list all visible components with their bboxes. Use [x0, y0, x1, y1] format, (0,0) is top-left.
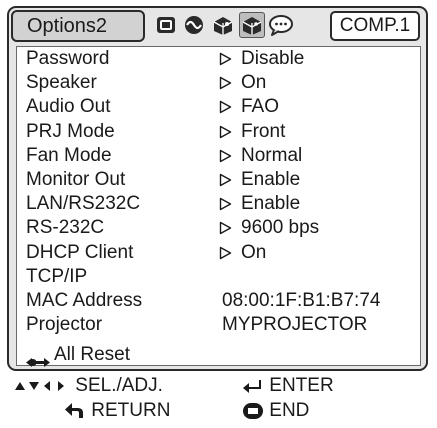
tab-options2[interactable]: Options2	[11, 10, 145, 42]
menu-item-value: 08:00:1F:B1:B7:74	[222, 290, 381, 311]
menu-item-value: FAO	[241, 96, 280, 118]
return-label: RETURN	[91, 400, 171, 421]
menu-item-label: Monitor Out	[26, 169, 126, 190]
enter-label: ENTER	[269, 375, 334, 396]
enter-icon	[242, 375, 269, 396]
options2-icon[interactable]	[239, 12, 265, 38]
all-reset-label: All Reset	[54, 344, 131, 365]
input-source-label: COMP.1	[330, 11, 420, 41]
sel-adj-arrows-icon	[14, 375, 75, 396]
menu-item-label: Fan Mode	[26, 144, 112, 166]
menu-item-value: Disable	[241, 48, 305, 69]
submenu-arrow-icon	[219, 222, 232, 235]
menu-item-label: MAC Address	[26, 290, 143, 311]
menu-item-value: Normal	[241, 144, 303, 166]
menu-item-label: Speaker	[26, 72, 97, 94]
menu-item-value: On	[241, 241, 267, 263]
all-reset-icon	[26, 350, 50, 376]
end-hint: END	[242, 400, 309, 422]
menu-item-value: Front	[241, 120, 286, 142]
menu-item-value: On	[241, 72, 267, 94]
end-label: END	[269, 400, 310, 421]
submenu-arrow-icon	[219, 197, 232, 211]
sel-adj-hint: SEL./ADJ.	[14, 375, 163, 397]
return-hint: RETURN	[64, 400, 170, 422]
menu-item-value: MYPROJECTOR	[222, 314, 368, 336]
end-icon	[242, 400, 269, 421]
language-icon[interactable]	[268, 12, 294, 38]
menu-item-label: RS-232C	[26, 217, 105, 239]
menu-item-value: 9600 bps	[241, 217, 320, 239]
submenu-arrow-icon	[219, 76, 232, 90]
menu-item-value: Enable	[241, 169, 301, 190]
menu-item-label: Projector	[26, 314, 103, 336]
submenu-arrow-icon	[219, 149, 232, 162]
menu-item-label: Password	[26, 48, 110, 69]
return-icon	[64, 400, 91, 421]
menu-item-label: PRJ Mode	[26, 120, 115, 142]
enter-hint: ENTER	[242, 375, 334, 397]
picture-icon[interactable]	[153, 12, 179, 38]
submenu-arrow-icon	[219, 52, 232, 66]
sel-adj-label: SEL./ADJ.	[75, 375, 163, 396]
menu-item-label: DHCP Client	[26, 241, 134, 263]
menu-item-label: TCP/IP	[26, 265, 88, 287]
submenu-arrow-icon	[219, 125, 232, 138]
fine-sync-icon[interactable]	[181, 12, 207, 38]
submenu-arrow-icon	[219, 101, 232, 114]
submenu-arrow-icon	[219, 246, 232, 259]
options1-icon[interactable]	[210, 12, 236, 38]
menu-item-label: Audio Out	[26, 96, 111, 118]
submenu-arrow-icon	[219, 173, 232, 187]
menu-item-value: Enable	[241, 193, 301, 215]
menu-item-label: LAN/RS232C	[26, 193, 141, 215]
